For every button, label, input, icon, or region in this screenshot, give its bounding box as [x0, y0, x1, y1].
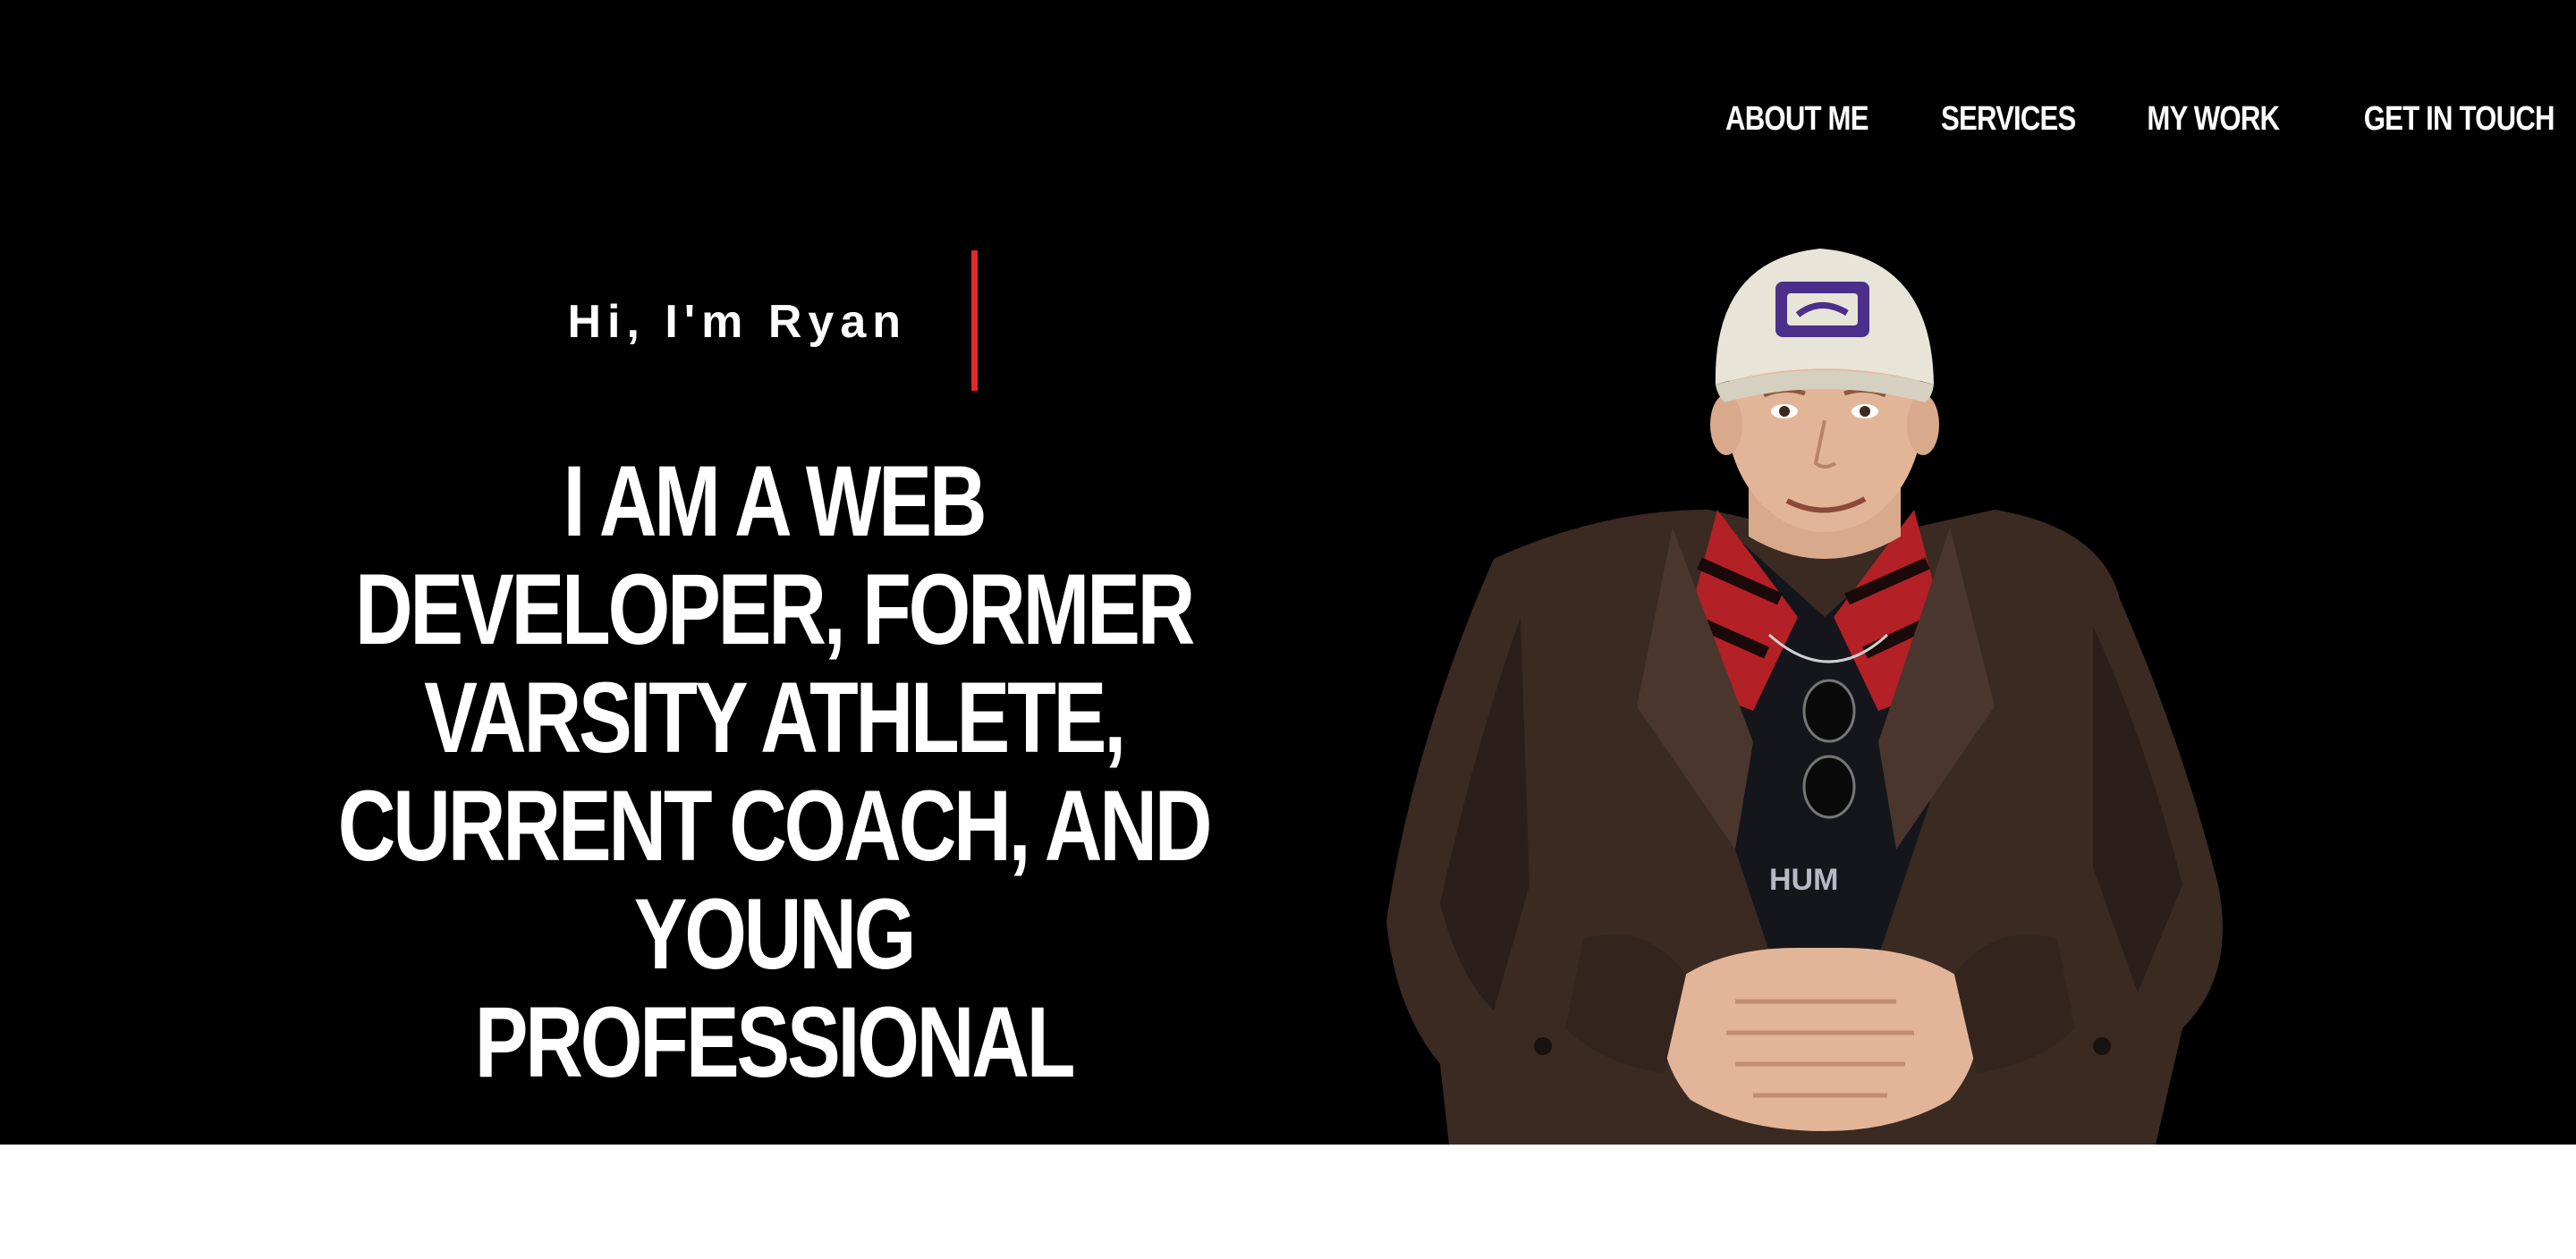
shirt-text: HUM	[1769, 863, 1838, 897]
nav-link-get-in-touch[interactable]: GET IN TOUCH	[2364, 100, 2555, 139]
hands	[1662, 948, 1979, 1131]
below-fold-section	[0, 1145, 2576, 1259]
hero-headline-text: I AM A WEB DEVELOPER, FORMER VARSITY ATH…	[337, 445, 1213, 1098]
hero-section: ABOUT ME SERVICES MY WORK GET IN TOUCH H…	[0, 0, 2576, 1145]
portrait-photo: HUM	[1377, 241, 2245, 1145]
hero-greeting: Hi, I'm Ryan	[567, 296, 907, 348]
main-nav: ABOUT ME SERVICES MY WORK GET IN TOUCH	[1694, 100, 2555, 139]
nav-link-about-me[interactable]: ABOUT ME	[1725, 100, 1868, 139]
greeting-divider	[971, 250, 978, 391]
nav-link-my-work[interactable]: MY WORK	[2148, 100, 2281, 139]
hero-headline: I AM A WEB DEVELOPER, FORMER VARSITY ATH…	[224, 447, 1324, 1096]
nav-link-services[interactable]: SERVICES	[1941, 100, 2076, 139]
